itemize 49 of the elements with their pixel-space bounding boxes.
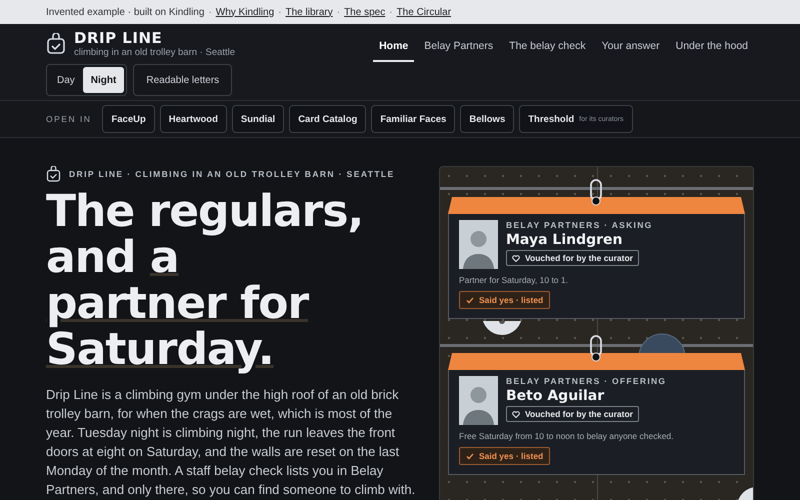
avatar-placeholder bbox=[459, 376, 498, 425]
strip-link[interactable]: Why Kindling bbox=[216, 6, 274, 18]
status-tag: Said yes · listed bbox=[459, 291, 550, 309]
check-icon bbox=[466, 452, 474, 460]
separator-dot: · bbox=[389, 6, 393, 18]
intro-paragraph: Drip Line is a climbing gym under the high roof of an old brick trolley barn, for when the crags are wet, which is most of the year. Tuesday night is climbing night, the run leaves the front doors at eight on Saturday, and the walls are reset on the last Monday of the month. A staff belay check lists you in Belay Partners, and only there, so you can find someone to climb with. bbox=[46, 386, 416, 498]
card-text: Free Saturday from 10 to noon to belay anyone checked. bbox=[459, 431, 675, 441]
theme-option[interactable]: Night bbox=[82, 67, 124, 93]
app-chip[interactable]: Heartwood bbox=[160, 105, 227, 133]
app-chip[interactable]: Card Catalog bbox=[289, 105, 366, 133]
heart-icon bbox=[512, 254, 520, 262]
carabiner-icon bbox=[589, 335, 603, 363]
nav-tab[interactable]: Under the hood bbox=[670, 36, 754, 62]
vouched-badge: Vouched for by the curator bbox=[506, 406, 639, 422]
headline: The regulars, and a partner for Saturday. bbox=[46, 188, 364, 376]
avatar-placeholder bbox=[459, 220, 498, 269]
nav-tab[interactable]: Home bbox=[373, 36, 414, 62]
app-chip[interactable]: Sundial bbox=[232, 105, 284, 133]
strip-note: Invented example · built on Kindling bbox=[46, 6, 204, 18]
partner-name: Maya Lindgren bbox=[506, 232, 622, 248]
vouched-badge: Vouched for by the curator bbox=[506, 250, 639, 266]
readable-letters-button[interactable]: Readable letters bbox=[133, 64, 232, 96]
nav-tab[interactable]: The belay check bbox=[503, 36, 592, 62]
card-eyebrow: BELAY PARTNERS · OFFERING bbox=[506, 376, 666, 386]
app-chip[interactable]: Bellows bbox=[460, 105, 514, 133]
open-in-label: OPEN IN bbox=[46, 114, 92, 124]
status-tag: Said yes · listed bbox=[459, 447, 550, 465]
card-text: Partner for Saturday, 10 to 1. bbox=[459, 275, 569, 285]
carabiner-icon bbox=[589, 179, 603, 207]
strip-link[interactable]: The library bbox=[285, 6, 333, 18]
nav-tab[interactable]: Your answer bbox=[596, 36, 666, 62]
card-eyebrow: BELAY PARTNERS · ASKING bbox=[506, 220, 653, 230]
strip-link[interactable]: The Circular bbox=[396, 6, 452, 18]
partner-name: Beto Aguilar bbox=[506, 388, 604, 404]
separator-dot: · bbox=[208, 6, 212, 18]
site-subtitle: climbing in an old trolley barn · Seattle bbox=[74, 47, 236, 58]
bag-check-icon bbox=[46, 33, 66, 55]
hero-eyebrow: DRIP LINE · CLIMBING IN AN OLD TROLLEY BARN · SEATTLE bbox=[69, 169, 395, 180]
nav-tab[interactable]: Belay Partners bbox=[418, 36, 500, 62]
check-icon bbox=[466, 296, 474, 304]
app-chip[interactable]: FaceUp bbox=[102, 105, 155, 133]
heart-icon bbox=[512, 410, 520, 418]
strip-link[interactable]: The spec bbox=[344, 6, 386, 18]
bag-check-icon bbox=[46, 166, 61, 182]
separator-dot: · bbox=[278, 6, 282, 18]
separator-dot: · bbox=[336, 6, 340, 18]
theme-option[interactable]: Day bbox=[49, 67, 83, 93]
site-title: DRIP LINE bbox=[74, 30, 164, 47]
app-chip[interactable]: Familiar Faces bbox=[371, 105, 456, 133]
